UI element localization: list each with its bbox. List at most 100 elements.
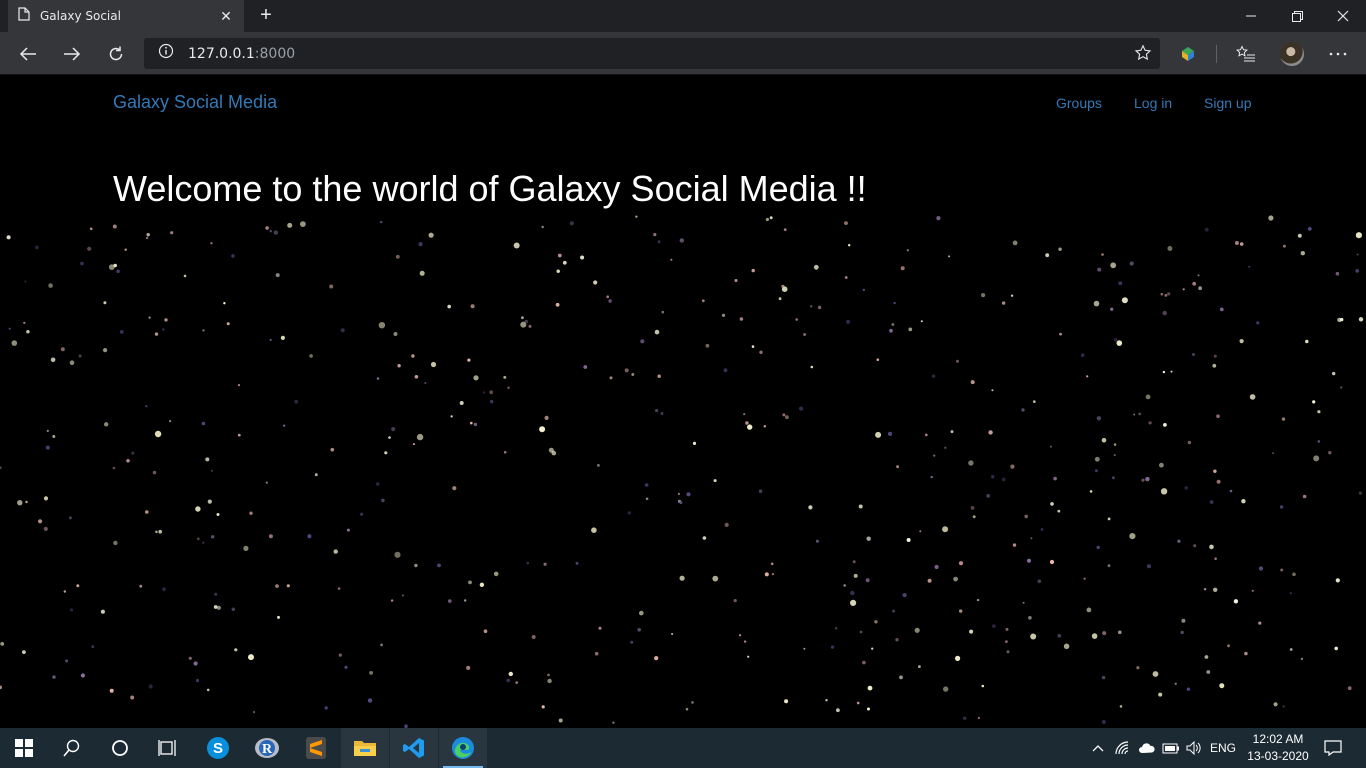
star-dot — [243, 545, 249, 551]
star-dot — [1118, 281, 1123, 286]
restore-button[interactable] — [1274, 0, 1320, 32]
star-dot — [844, 276, 848, 279]
star-dot — [541, 705, 545, 709]
star-dot — [859, 630, 863, 634]
taskbar-app-file-explorer[interactable] — [341, 728, 389, 768]
address-bar[interactable]: 127.0.0.1:8000 — [144, 38, 1160, 69]
nav-link-groups[interactable]: Groups — [1056, 95, 1102, 111]
brand-link[interactable]: Galaxy Social Media — [113, 92, 277, 113]
refresh-button[interactable] — [100, 38, 132, 70]
nav-link-signup[interactable]: Sign up — [1204, 95, 1251, 111]
star-dot — [1258, 621, 1262, 625]
new-tab-button[interactable]: + — [254, 4, 278, 28]
star-dot — [1107, 564, 1111, 568]
task-view-button[interactable] — [144, 728, 192, 768]
favorites-button[interactable] — [1230, 38, 1262, 70]
browser-tab[interactable]: Galaxy Social ✕ — [8, 0, 244, 32]
star-dot — [758, 489, 763, 494]
star-dot — [991, 389, 994, 392]
cortana-button[interactable] — [96, 728, 144, 768]
star-dot — [950, 430, 954, 434]
star-dot — [771, 573, 775, 576]
star-dot — [556, 269, 560, 273]
star-dot — [1094, 456, 1100, 462]
star-dot — [1256, 321, 1260, 325]
star-dot — [892, 609, 896, 613]
volume-tray[interactable] — [1184, 728, 1206, 768]
star-dot — [900, 266, 905, 271]
star-dot — [558, 718, 563, 723]
page-icon — [18, 6, 30, 26]
star-dot — [1059, 332, 1062, 336]
skype-icon: S — [207, 737, 229, 759]
star-dot — [1159, 462, 1164, 468]
star-dot — [853, 573, 858, 578]
star-dot — [1192, 281, 1197, 286]
star-dot — [515, 681, 519, 684]
settings-menu-button[interactable] — [1322, 38, 1354, 70]
star-dot — [1239, 242, 1244, 246]
taskbar-app-skype[interactable]: S — [194, 728, 242, 768]
star-dot — [391, 427, 396, 432]
star-dot — [1216, 414, 1220, 419]
minimize-button[interactable] — [1228, 0, 1274, 32]
start-button[interactable] — [0, 728, 48, 768]
star-dot — [803, 333, 806, 336]
star-dot — [401, 594, 404, 597]
close-window-button[interactable] — [1320, 0, 1366, 32]
star-dot — [234, 648, 238, 652]
browser-toolbar: 127.0.0.1:8000 — [0, 32, 1366, 75]
forward-button[interactable] — [56, 38, 88, 70]
star-dot — [126, 459, 130, 463]
profile-button[interactable] — [1276, 38, 1308, 70]
star-dot — [205, 457, 210, 462]
star-dot — [130, 695, 135, 700]
info-icon[interactable] — [158, 43, 174, 64]
star-dot — [183, 274, 187, 278]
tab-close-icon[interactable]: ✕ — [218, 8, 234, 25]
star-dot — [360, 512, 364, 516]
taskbar-app-r[interactable]: R — [243, 728, 291, 768]
star-dot — [1241, 499, 1246, 504]
extension-button[interactable] — [1172, 38, 1204, 70]
back-button[interactable] — [12, 38, 44, 70]
star-dot — [87, 246, 92, 251]
star-dot — [858, 504, 863, 509]
taskbar-app-vscode[interactable] — [390, 728, 438, 768]
star-dot — [1147, 564, 1151, 569]
star-dot — [324, 706, 328, 710]
system-clock[interactable]: 12:02 AM 13-03-2020 — [1240, 731, 1316, 765]
star-dot — [416, 433, 424, 441]
star-dot — [1282, 705, 1285, 708]
star-dot — [686, 492, 691, 497]
onedrive-tray[interactable] — [1136, 728, 1158, 768]
star-dot — [1012, 543, 1017, 547]
taskbar-app-sublime[interactable] — [292, 728, 340, 768]
star-dot — [1129, 261, 1134, 266]
star-dot — [813, 264, 819, 270]
star-dot — [464, 599, 467, 602]
star-dot — [473, 422, 478, 427]
star-dot — [65, 659, 69, 663]
star-dot — [17, 500, 23, 506]
star-dot — [1280, 568, 1284, 572]
star-dot — [1340, 386, 1343, 389]
action-center-button[interactable] — [1318, 728, 1348, 768]
show-hidden-icons-button[interactable] — [1088, 728, 1108, 768]
star-dot — [867, 685, 873, 691]
taskbar-app-edge[interactable] — [439, 728, 487, 768]
star-dot — [69, 360, 75, 366]
star-dot — [1086, 375, 1089, 378]
star-dot — [207, 499, 212, 504]
star-dot — [1204, 227, 1209, 232]
search-button[interactable] — [48, 728, 96, 768]
star-dot — [1292, 572, 1296, 577]
battery-tray[interactable] — [1160, 728, 1182, 768]
star-dot — [891, 323, 895, 326]
star-dot — [862, 288, 865, 292]
nav-link-login[interactable]: Log in — [1134, 95, 1172, 111]
favorite-star-icon[interactable] — [1134, 44, 1152, 67]
network-tray[interactable] — [1112, 728, 1134, 768]
input-language[interactable]: ENG — [1210, 741, 1236, 755]
star-dot — [231, 607, 236, 612]
